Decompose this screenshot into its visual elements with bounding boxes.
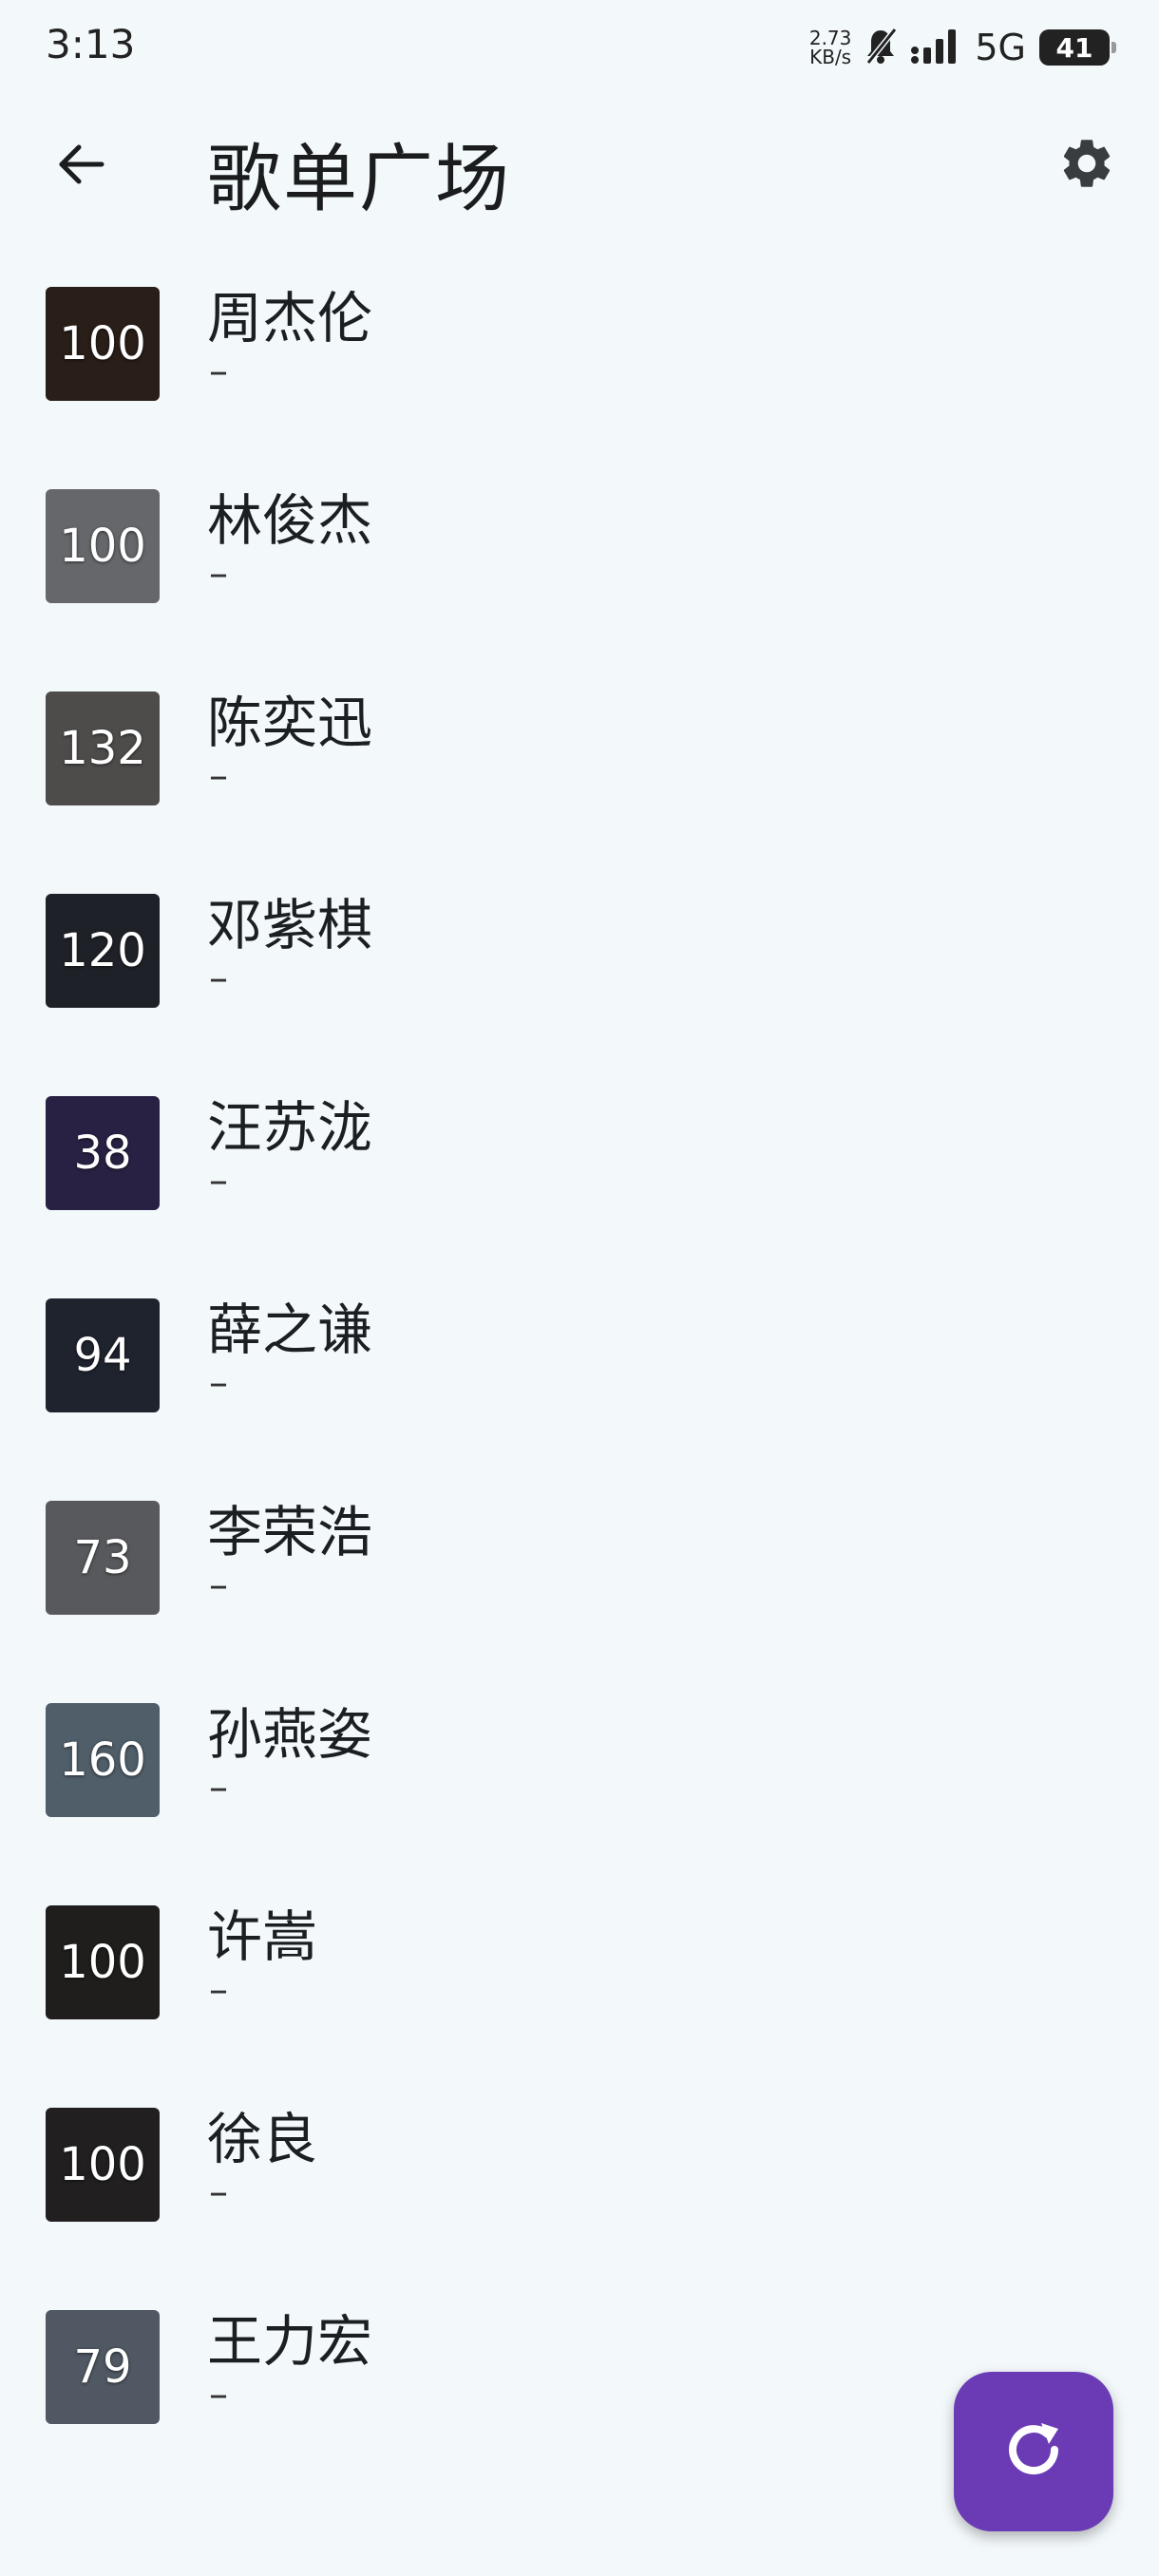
arrow-left-icon: [54, 138, 107, 195]
playlist-title: 许嵩: [207, 1904, 318, 1969]
playlist-title: 陈奕迅: [207, 691, 373, 755]
playlist-item[interactable]: 100 林俊杰 –: [0, 440, 1159, 642]
playlist-title: 林俊杰: [207, 488, 373, 553]
playlist-subtitle: –: [209, 552, 228, 596]
playlist-subtitle: –: [209, 1361, 228, 1405]
playlist-subtitle: –: [209, 1159, 228, 1203]
song-count: 100: [59, 520, 146, 573]
playlist-item[interactable]: 100 许嵩 –: [0, 1856, 1159, 2058]
song-count: 38: [73, 1127, 132, 1180]
gear-icon: [1057, 134, 1116, 197]
playlist-subtitle: –: [209, 1766, 228, 1809]
playlist-title: 薛之谦: [207, 1297, 373, 1362]
network-speed: 2.73 KB/s: [809, 28, 852, 66]
song-count: 73: [73, 1531, 132, 1584]
signal-bars-icon: [910, 27, 960, 68]
playlist-title: 王力宏: [207, 2309, 373, 2374]
playlist-title: 徐良: [207, 2107, 318, 2171]
playlist-subtitle: –: [209, 754, 228, 798]
status-time: 3:13: [46, 21, 136, 67]
playlist-cover: 79: [46, 2310, 160, 2424]
playlist-cover: 100: [46, 2108, 160, 2222]
status-indicators: 2.73 KB/s 5G 41: [809, 25, 1116, 70]
settings-button[interactable]: [1053, 131, 1121, 199]
playlist-title: 汪苏泷: [207, 1095, 373, 1160]
song-count: 132: [59, 722, 146, 775]
playlist-cover: 160: [46, 1703, 160, 1817]
song-count: 100: [59, 1936, 146, 1989]
playlist-title: 孙燕姿: [207, 1702, 373, 1767]
playlist-subtitle: –: [209, 350, 228, 393]
back-button[interactable]: [48, 133, 114, 199]
page-title: 歌单广场: [207, 137, 512, 222]
playlist-item[interactable]: 94 薛之谦 –: [0, 1249, 1159, 1451]
playlist-cover: 100: [46, 1905, 160, 2019]
playlist-item[interactable]: 120 邓紫棋 –: [0, 844, 1159, 1047]
playlist-cover: 73: [46, 1501, 160, 1615]
playlist-subtitle: –: [209, 2373, 228, 2416]
song-count: 79: [73, 2340, 132, 2394]
refresh-icon: [999, 2415, 1068, 2488]
playlist-item[interactable]: 160 孙燕姿 –: [0, 1654, 1159, 1856]
playlist-subtitle: –: [209, 1563, 228, 1607]
network-type: 5G: [975, 27, 1026, 68]
playlist-item[interactable]: 132 陈奕迅 –: [0, 642, 1159, 844]
battery-level: 41: [1055, 31, 1093, 64]
playlist-cover: 94: [46, 1298, 160, 1412]
playlist-subtitle: –: [209, 957, 228, 1000]
song-count: 94: [73, 1329, 132, 1382]
refresh-button[interactable]: [954, 2372, 1113, 2531]
bell-muted-icon: [864, 27, 898, 68]
playlist-title: 邓紫棋: [207, 893, 373, 957]
playlist-cover: 100: [46, 287, 160, 401]
song-count: 160: [59, 1733, 146, 1787]
playlist-subtitle: –: [209, 2170, 228, 2214]
playlist-cover: 132: [46, 691, 160, 805]
battery-icon: 41: [1039, 29, 1116, 66]
playlist-item[interactable]: 38 汪苏泷 –: [0, 1047, 1159, 1249]
playlist-cover: 120: [46, 894, 160, 1008]
status-bar: 3:13 2.73 KB/s 5G 41: [0, 0, 1159, 95]
network-speed-value: 2.73: [808, 27, 852, 49]
playlist-cover: 100: [46, 489, 160, 603]
playlist-item[interactable]: 100 徐良 –: [0, 2058, 1159, 2261]
song-count: 100: [59, 2138, 146, 2191]
song-count: 100: [59, 317, 146, 370]
playlist-item[interactable]: 100 周杰伦 –: [0, 237, 1159, 440]
playlist-cover: 38: [46, 1096, 160, 1210]
playlist-subtitle: –: [209, 1968, 228, 2012]
network-speed-unit: KB/s: [809, 46, 852, 68]
playlist-title: 李荣浩: [207, 1500, 373, 1564]
playlist-list: 100 周杰伦 –100 林俊杰 –132 陈奕迅 –120 邓紫棋 –38 汪苏泷 –94 薛之谦 –…: [0, 237, 1159, 2463]
playlist-title: 周杰伦: [207, 286, 373, 350]
song-count: 120: [59, 924, 146, 977]
app-bar: 歌单广场: [0, 95, 1159, 237]
playlist-item[interactable]: 73 李荣浩 –: [0, 1451, 1159, 1654]
